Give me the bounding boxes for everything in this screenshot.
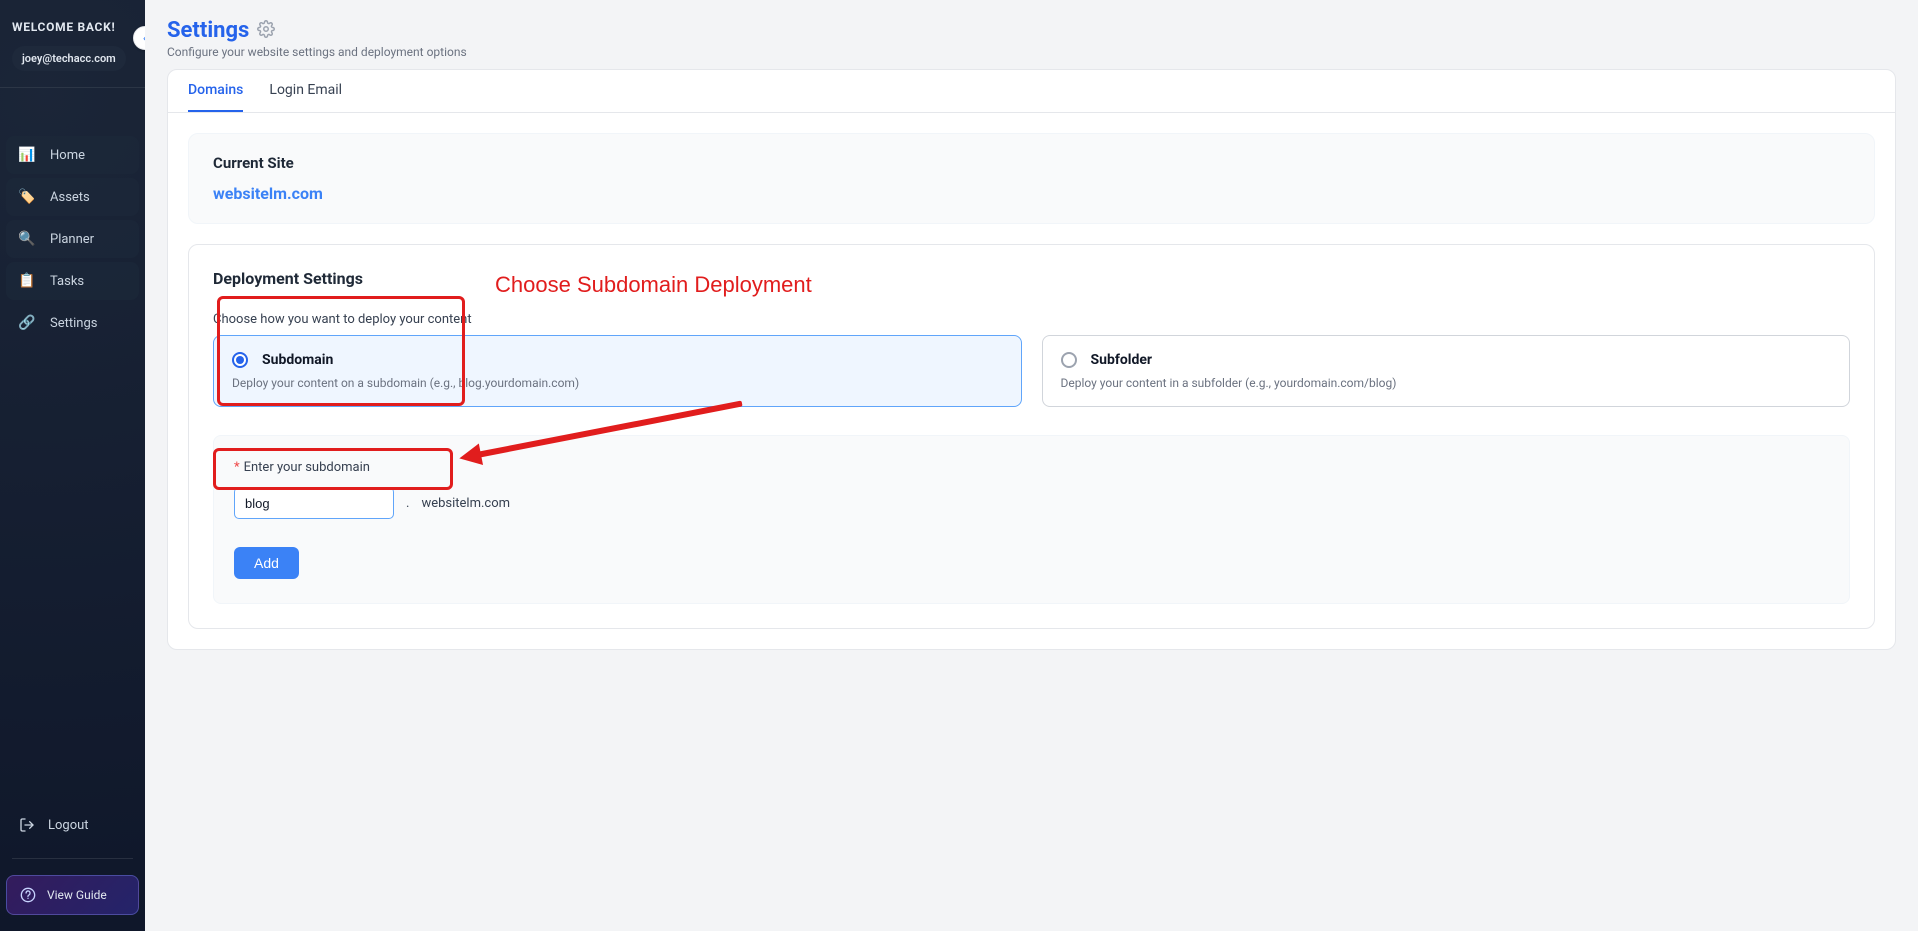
assets-icon: 🏷️ (18, 188, 36, 206)
planner-icon: 🔍 (18, 230, 36, 248)
option-subdomain-desc: Deploy your content on a subdomain (e.g.… (232, 376, 1003, 390)
current-site-title: Current Site (213, 154, 1850, 172)
sidebar-footer: Logout View Guide (0, 798, 145, 931)
radio-icon (232, 352, 248, 368)
settings-card: Domains Login Email Current Site website… (167, 69, 1896, 650)
required-star-icon: * (234, 460, 240, 475)
option-subfolder-label: Subfolder (1091, 352, 1153, 368)
tab-login-email[interactable]: Login Email (269, 70, 342, 112)
welcome-text: WELCOME BACK! (12, 20, 133, 34)
sidebar-header: WELCOME BACK! joey@techacc.com (0, 0, 145, 88)
subdomain-input[interactable] (234, 487, 394, 519)
option-subdomain-label: Subdomain (262, 352, 333, 368)
current-site-domain-link[interactable]: websitelm.com (213, 184, 323, 203)
sidebar-item-label: Planner (50, 232, 94, 247)
domain-suffix: websitelm.com (421, 496, 510, 511)
tabs-row: Domains Login Email (168, 70, 1895, 113)
subdomain-input-row: . websitelm.com (234, 487, 1829, 519)
sidebar-item-label: Settings (50, 316, 97, 331)
main-panel: Settings Configure your website settings… (145, 0, 1918, 931)
option-subdomain[interactable]: Subdomain Deploy your content on a subdo… (213, 335, 1022, 407)
sidebar-item-label: Home (50, 148, 85, 163)
option-subfolder[interactable]: Subfolder Deploy your content in a subfo… (1042, 335, 1851, 407)
deployment-hint: Choose how you want to deploy your conte… (213, 312, 1850, 327)
radio-icon (1061, 352, 1077, 368)
deployment-settings-block: Deployment Settings Choose how you want … (188, 244, 1875, 629)
sidebar-nav: 📊 Home 🏷️ Assets 🔍 Planner 📋 Tasks 🔗 Set… (0, 88, 145, 348)
page-header: Settings Configure your website settings… (167, 18, 1896, 59)
tasks-icon: 📋 (18, 272, 36, 290)
logout-button[interactable]: Logout (6, 808, 139, 842)
logout-icon (18, 816, 36, 834)
view-guide-button[interactable]: View Guide (6, 875, 139, 915)
gear-icon (257, 20, 275, 42)
add-button[interactable]: Add (234, 547, 299, 579)
subdomain-form: * Enter your subdomain . websitelm.com Ad… (213, 435, 1850, 604)
tab-panel-domains: Current Site websitelm.com Deployment Se… (168, 113, 1895, 649)
sidebar-divider (12, 858, 133, 859)
page-subtitle: Configure your website settings and depl… (167, 45, 1896, 59)
sidebar: ‹ WELCOME BACK! joey@techacc.com 📊 Home … (0, 0, 145, 931)
user-email-chip[interactable]: joey@techacc.com (12, 46, 126, 71)
view-guide-label: View Guide (47, 888, 107, 902)
home-icon: 📊 (18, 146, 36, 164)
current-site-block: Current Site websitelm.com (188, 133, 1875, 224)
tab-domains[interactable]: Domains (188, 70, 243, 112)
sidebar-item-planner[interactable]: 🔍 Planner (6, 220, 139, 258)
deployment-options: Subdomain Deploy your content on a subdo… (213, 335, 1850, 407)
settings-link-icon: 🔗 (18, 314, 36, 332)
sidebar-item-label: Assets (50, 190, 90, 205)
dot-separator: . (406, 496, 409, 511)
deployment-settings-title: Deployment Settings (213, 269, 1850, 288)
subdomain-field-label: * Enter your subdomain (234, 460, 1829, 475)
sidebar-item-settings[interactable]: 🔗 Settings (6, 304, 139, 342)
sidebar-item-label: Tasks (50, 274, 84, 289)
page-title: Settings (167, 18, 249, 43)
logout-label: Logout (48, 818, 89, 833)
option-subfolder-desc: Deploy your content in a subfolder (e.g.… (1061, 376, 1832, 390)
sidebar-item-assets[interactable]: 🏷️ Assets (6, 178, 139, 216)
sidebar-item-home[interactable]: 📊 Home (6, 136, 139, 174)
help-icon (19, 886, 37, 904)
sidebar-item-tasks[interactable]: 📋 Tasks (6, 262, 139, 300)
app-root: ‹ WELCOME BACK! joey@techacc.com 📊 Home … (0, 0, 1918, 931)
subdomain-label-text: Enter your subdomain (244, 460, 370, 475)
